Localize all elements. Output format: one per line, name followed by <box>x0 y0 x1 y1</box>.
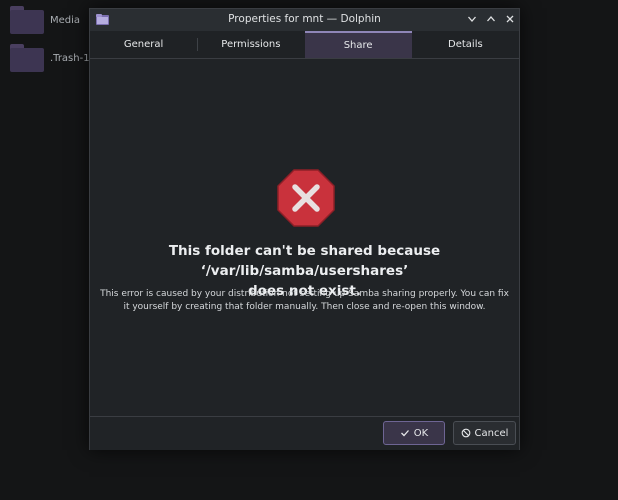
folder-item-media[interactable]: Media <box>10 2 80 38</box>
share-tab-content: This folder can't be shared because ‘/va… <box>90 59 519 416</box>
dialog-button-box: OK Cancel <box>90 416 519 450</box>
tab-permissions[interactable]: Permissions <box>197 31 304 58</box>
checkmark-icon <box>400 430 409 437</box>
cancel-button[interactable]: Cancel <box>453 421 516 445</box>
chevron-down-icon <box>468 16 476 22</box>
close-button[interactable] <box>503 12 517 26</box>
chevron-up-icon <box>487 16 495 22</box>
close-icon <box>506 15 514 23</box>
minimize-button[interactable] <box>465 12 479 26</box>
tab-details[interactable]: Details <box>412 31 519 58</box>
title-bar[interactable]: Properties for mnt — Dolphin <box>90 9 519 31</box>
error-description: This error is caused by your distributio… <box>90 288 519 314</box>
maximize-button[interactable] <box>484 12 498 26</box>
ok-button-label: OK <box>413 427 429 439</box>
folder-icon <box>10 6 44 34</box>
folder-label: Media <box>50 14 81 26</box>
tab-bar: General Permissions Share Details <box>90 31 519 59</box>
error-stop-icon <box>277 169 335 227</box>
ok-button[interactable]: OK <box>383 421 445 445</box>
error-description-line: it yourself by creating that folder manu… <box>123 302 486 312</box>
error-headline-line: This folder can't be shared because ‘/va… <box>168 243 441 279</box>
folder-item-trash[interactable]: .Trash-10 <box>10 40 96 76</box>
cancel-button-label: Cancel <box>474 427 509 439</box>
error-description-line: This error is caused by your distributio… <box>100 289 509 299</box>
properties-dialog: Properties for mnt — Dolphin General Per… <box>89 8 520 450</box>
tab-share[interactable]: Share <box>304 31 412 58</box>
folder-icon <box>10 44 44 72</box>
cancel-icon <box>461 428 470 438</box>
window-title: Properties for mnt — Dolphin <box>228 13 381 25</box>
tab-general[interactable]: General <box>90 31 197 58</box>
